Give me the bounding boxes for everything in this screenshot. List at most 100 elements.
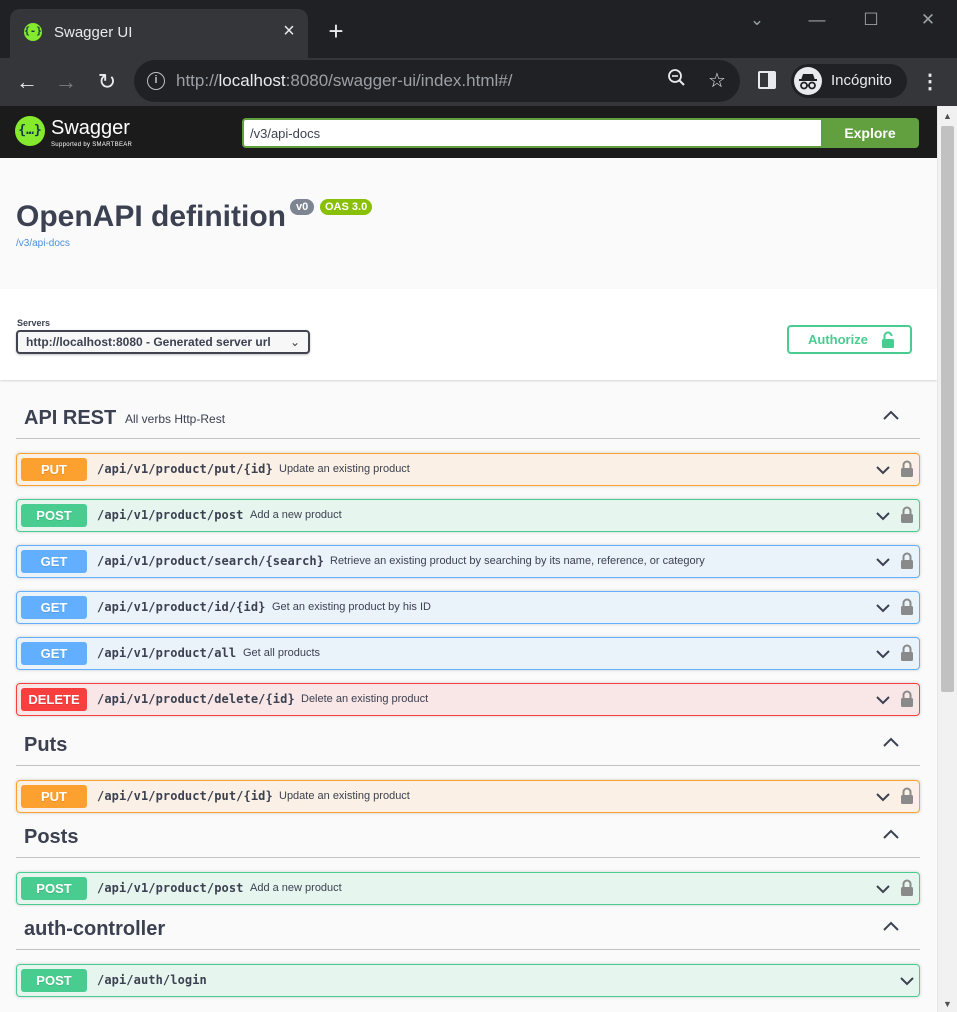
scrollbar-thumb[interactable] <box>941 126 954 692</box>
new-tab-plus-icon[interactable]: + <box>322 17 350 45</box>
unlocked-lock-icon[interactable] <box>900 787 914 805</box>
url-prefix: http:// <box>176 71 219 90</box>
minimize-icon[interactable]: — <box>802 6 832 34</box>
unlocked-lock-icon <box>881 331 895 354</box>
browser-menu-icon[interactable]: ⋮ <box>918 68 942 96</box>
chevron-down-icon[interactable] <box>899 974 915 988</box>
opblock-get[interactable]: GET/api/v1/product/search/{search} Retrie… <box>16 545 920 578</box>
spec-link[interactable]: /v3/api-docs <box>16 238 70 250</box>
explore-button[interactable]: Explore <box>821 118 919 148</box>
chevron-down-icon[interactable] <box>875 790 891 804</box>
servers-selected-value: http://localhost:8080 - Generated server… <box>26 335 271 349</box>
chevron-down-icon[interactable] <box>875 693 891 707</box>
page-viewport: {…} Swagger Supported by SMARTBEAR Explo… <box>0 106 957 1012</box>
swagger-logo-text[interactable]: Swagger <box>51 117 130 139</box>
chevron-down-icon[interactable] <box>875 647 891 661</box>
authorize-button[interactable]: Authorize <box>787 325 912 354</box>
unlocked-lock-icon[interactable] <box>900 506 914 524</box>
address-bar[interactable]: i http://localhost:8080/swagger-ui/index… <box>134 60 740 102</box>
opblock-delete[interactable]: DELETE/api/v1/product/delete/{id} Delete … <box>16 683 920 716</box>
unlocked-lock-icon[interactable] <box>900 552 914 570</box>
unlocked-lock-icon[interactable] <box>900 598 914 616</box>
chevron-up-icon[interactable] <box>882 734 900 752</box>
unlocked-lock-icon[interactable] <box>900 460 914 478</box>
endpoint-summary: Update an existing product <box>279 463 410 475</box>
swagger-topbar: {…} Swagger Supported by SMARTBEAR Explo… <box>0 106 937 158</box>
unlocked-lock-icon[interactable] <box>900 879 914 897</box>
scheme-container: Servers http://localhost:8080 - Generate… <box>0 289 937 380</box>
swagger-logo-icon[interactable]: {…} <box>15 116 45 146</box>
chevron-down-icon[interactable] <box>875 509 891 523</box>
endpoint-summary: Retrieve an existing product by searchin… <box>330 555 705 567</box>
page-title: OpenAPI definition <box>16 200 286 233</box>
scroll-down-arrow-icon[interactable]: ▼ <box>938 998 957 1010</box>
authorize-label: Authorize <box>808 332 868 347</box>
chevron-up-icon[interactable] <box>882 826 900 844</box>
opblock-get[interactable]: GET/api/v1/product/id/{id} Get an existin… <box>16 591 920 624</box>
unlocked-lock-icon[interactable] <box>900 644 914 662</box>
tag-header[interactable]: Puts <box>16 720 920 766</box>
opblock-get[interactable]: GET/api/v1/product/all Get all products <box>16 637 920 670</box>
tag-header[interactable]: API REST All verbs Http-Rest <box>16 393 920 439</box>
site-info-icon[interactable]: i <box>147 72 165 90</box>
back-arrow-icon[interactable]: ← <box>11 66 43 98</box>
browser-window: {-} Swagger UI × + ⌄ — ☐ ✕ ← → ↻ i http:… <box>0 0 957 1012</box>
swagger-logo-subtitle: Supported by SMARTBEAR <box>51 142 133 148</box>
chevron-up-icon[interactable] <box>882 407 900 425</box>
api-info: OpenAPI definition v0 OAS 3.0 /v3/api-do… <box>0 158 937 289</box>
reload-icon[interactable]: ↻ <box>91 66 123 98</box>
chevron-down-icon[interactable] <box>875 463 891 477</box>
incognito-icon <box>794 67 822 95</box>
unlocked-lock-icon[interactable] <box>900 690 914 708</box>
bookmark-star-icon[interactable]: ☆ <box>704 68 730 94</box>
tag-title[interactable]: Posts <box>24 825 78 849</box>
endpoint-path: /api/auth/login <box>97 973 207 987</box>
opblock-put[interactable]: PUT/api/v1/product/put/{id} Update an exi… <box>16 453 920 486</box>
opblock-post[interactable]: POST/api/auth/login <box>16 964 920 997</box>
chevron-up-icon[interactable] <box>882 918 900 936</box>
opblock-post[interactable]: POST/api/v1/product/post Add a new produc… <box>16 499 920 532</box>
opblock-post[interactable]: POST/api/v1/product/post Add a new produc… <box>16 872 920 905</box>
servers-label: Servers <box>17 318 51 328</box>
tag-description: All verbs Http-Rest <box>125 412 226 426</box>
tab-swagger-ui[interactable]: {-} Swagger UI × <box>10 9 308 58</box>
method-badge: POST <box>21 504 87 527</box>
zoom-out-icon[interactable] <box>664 68 690 94</box>
chevron-down-icon[interactable] <box>875 555 891 569</box>
incognito-profile-button[interactable]: Incógnito <box>791 64 907 98</box>
method-badge: POST <box>21 877 87 900</box>
spec-url-input[interactable] <box>242 118 821 148</box>
endpoint-path: /api/v1/product/post <box>97 881 244 895</box>
forward-arrow-icon[interactable]: → <box>50 66 82 98</box>
tag-header[interactable]: auth-controller <box>16 904 920 950</box>
url-text[interactable]: http://localhost:8080/swagger-ui/index.h… <box>176 70 512 92</box>
endpoint-path: /api/v1/product/delete/{id} <box>97 692 295 706</box>
endpoint-summary: Get an existing product by his ID <box>272 601 431 613</box>
tab-strip: {-} Swagger UI × + ⌄ — ☐ ✕ <box>0 0 957 58</box>
window-close-icon[interactable]: ✕ <box>913 6 943 34</box>
method-badge: PUT <box>21 785 87 808</box>
tag-section: Puts PUT/api/v1/product/put/{id} Update an… <box>16 720 920 827</box>
tag-section: API REST All verbs Http-Rest PUT/api/v1/pr… <box>16 393 920 730</box>
version-badge: v0 <box>290 199 315 215</box>
scroll-up-arrow-icon[interactable]: ▲ <box>938 110 957 122</box>
endpoint-path: /api/v1/product/all <box>97 646 237 660</box>
chevron-down-icon[interactable] <box>875 882 891 896</box>
maximize-icon[interactable]: ☐ <box>856 6 886 34</box>
method-badge: GET <box>21 550 87 573</box>
chevron-down-icon[interactable] <box>875 601 891 615</box>
endpoint-summary: Add a new product <box>250 509 342 521</box>
tag-section: auth-controller POST/api/auth/login <box>16 904 920 1011</box>
tag-title[interactable]: auth-controller <box>24 917 165 941</box>
tab-close-icon[interactable]: × <box>278 20 300 42</box>
opblock-put[interactable]: PUT/api/v1/product/put/{id} Update an exi… <box>16 780 920 813</box>
tag-title[interactable]: API REST <box>24 406 116 430</box>
servers-select[interactable]: http://localhost:8080 - Generated server… <box>16 330 310 354</box>
page-scrollbar[interactable]: ▲ ▼ <box>937 106 957 1012</box>
tag-title[interactable]: Puts <box>24 733 67 757</box>
url-rest: :8080/swagger-ui/index.html#/ <box>285 71 513 90</box>
endpoint-summary: Add a new product <box>250 882 342 894</box>
side-panel-icon[interactable] <box>758 71 776 89</box>
tab-search-chevron-icon[interactable]: ⌄ <box>742 6 772 34</box>
tag-header[interactable]: Posts <box>16 812 920 858</box>
